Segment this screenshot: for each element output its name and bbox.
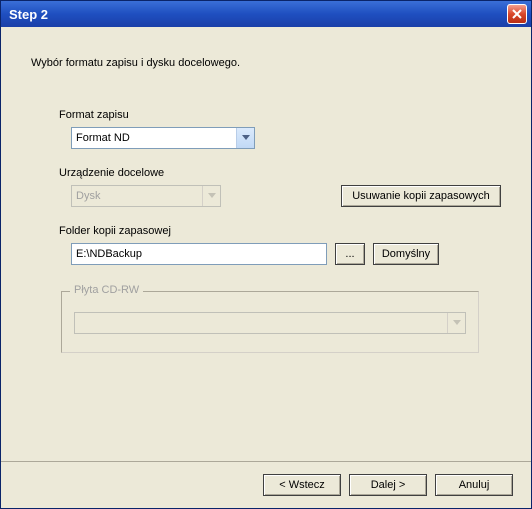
- default-button[interactable]: Domyślny: [373, 243, 439, 265]
- chevron-down-icon: [236, 128, 254, 148]
- format-value: Format ND: [76, 132, 130, 144]
- close-button[interactable]: [507, 4, 527, 24]
- titlebar: Step 2: [1, 1, 531, 27]
- step-description: Wybór formatu zapisu i dysku docelowego.: [31, 57, 501, 69]
- content-area: Wybór formatu zapisu i dysku docelowego.…: [1, 27, 531, 461]
- device-dropdown: Dysk: [71, 185, 221, 207]
- cdrw-group: Płyta CD-RW: [61, 291, 479, 353]
- chevron-down-icon: [447, 313, 465, 333]
- format-dropdown[interactable]: Format ND: [71, 127, 255, 149]
- device-value: Dysk: [76, 190, 100, 202]
- device-label: Urządzenie docelowe: [59, 167, 501, 179]
- format-label: Format zapisu: [59, 109, 501, 121]
- chevron-down-icon: [202, 186, 220, 206]
- cancel-button[interactable]: Anuluj: [435, 474, 513, 496]
- next-button[interactable]: Dalej >: [349, 474, 427, 496]
- cdrw-dropdown: [74, 312, 466, 334]
- footer: < Wstecz Dalej > Anuluj: [1, 461, 531, 508]
- folder-input[interactable]: [71, 243, 327, 265]
- back-button[interactable]: < Wstecz: [263, 474, 341, 496]
- cdrw-label: Płyta CD-RW: [70, 284, 143, 296]
- wizard-window: Step 2 Wybór formatu zapisu i dysku doce…: [0, 0, 532, 509]
- delete-backups-button[interactable]: Usuwanie kopii zapasowych: [341, 185, 501, 207]
- window-title: Step 2: [9, 7, 48, 22]
- folder-label: Folder kopii zapasowej: [59, 225, 501, 237]
- close-icon: [512, 9, 522, 19]
- browse-button[interactable]: ...: [335, 243, 365, 265]
